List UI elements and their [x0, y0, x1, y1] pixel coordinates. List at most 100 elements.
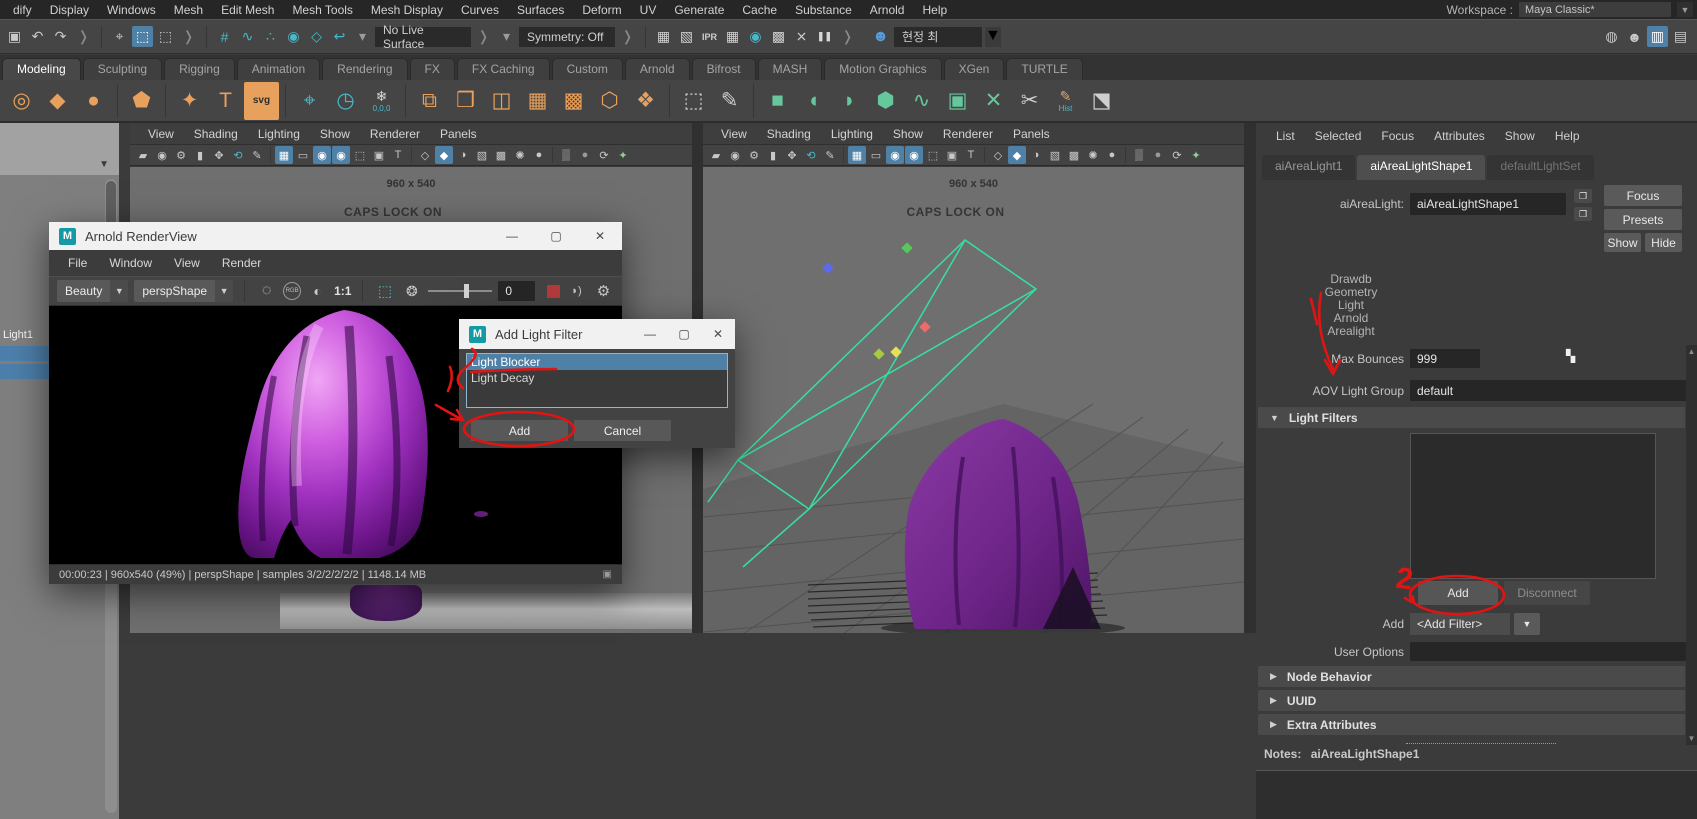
uv-sew-icon[interactable]: ✂ [1012, 82, 1047, 120]
bookmark-icon[interactable]: ▮ [191, 146, 209, 164]
menu-item-generate[interactable]: Generate [665, 3, 733, 17]
zoom-ratio-button[interactable]: 1:1 [334, 284, 351, 298]
camera-icon[interactable]: ◉ [726, 146, 744, 164]
texture-map-icon[interactable]: ▚ [1566, 349, 1575, 363]
uv-cube-icon[interactable]: ⬢ [868, 82, 903, 120]
shadows-icon[interactable]: ● [530, 146, 548, 164]
menu-item-dify[interactable]: dify [4, 3, 41, 17]
pan-zoom-icon[interactable]: ✥ [783, 146, 801, 164]
snap-grid-icon[interactable]: # [214, 26, 235, 47]
checker-icon[interactable]: ▩ [492, 146, 510, 164]
snap-point-icon[interactable]: ∴ [260, 26, 281, 47]
section-extra-attributes[interactable]: ▶ Extra Attributes [1258, 714, 1685, 735]
menu-item-render[interactable]: Render [211, 256, 272, 270]
attribute-editor-scrollbar[interactable]: ▲ ▼ [1686, 345, 1697, 745]
render-frame-icon[interactable]: ▦ [653, 26, 674, 47]
max-bounces-field[interactable]: 999 [1410, 349, 1480, 368]
menu-item-lighting[interactable]: Lighting [821, 127, 883, 141]
tab-animation[interactable]: Animation [236, 58, 321, 80]
menu-item-renderer[interactable]: Renderer [933, 127, 1003, 141]
focus-button[interactable]: Focus [1604, 185, 1682, 206]
sculpt-pen-icon[interactable]: ✎ [712, 82, 747, 120]
window-titlebar[interactable]: M Arnold RenderView — ▢ ✕ [49, 222, 622, 250]
snap-curve-icon[interactable]: ∿ [237, 26, 258, 47]
live-surface-field[interactable]: No Live Surface [375, 23, 471, 51]
window-titlebar[interactable]: M Add Light Filter — ▢ ✕ [459, 319, 735, 349]
lights-icon[interactable]: ✺ [511, 146, 529, 164]
menu-item-curves[interactable]: Curves [452, 3, 508, 17]
tab-bifrost[interactable]: Bifrost [691, 58, 756, 80]
chevron-down-icon[interactable]: ▼ [1677, 2, 1693, 17]
uv-cut-icon[interactable]: ✕ [976, 82, 1011, 120]
platonic-solid-icon[interactable]: ⬟ [124, 82, 159, 120]
menu-item-panels[interactable]: Panels [430, 127, 487, 141]
aa-icon[interactable]: ● [576, 146, 594, 164]
poly-diamond-icon[interactable]: ◆ [40, 82, 75, 120]
menu-item-selected[interactable]: Selected [1305, 129, 1372, 143]
poly-sphere-icon[interactable]: ● [76, 82, 111, 120]
shaded-icon[interactable]: ◆ [1008, 146, 1026, 164]
close-button[interactable]: ✕ [578, 222, 622, 250]
menu-item-help[interactable]: Help [913, 3, 956, 17]
chevron-icon[interactable]: ❭ [178, 26, 199, 47]
render-region-icon[interactable]: ▧ [676, 26, 697, 47]
wireframe-icon[interactable]: ◇ [416, 146, 434, 164]
settings-gear-icon[interactable]: ⚙ [593, 281, 614, 302]
uv-sphere-icon[interactable]: ◗ [832, 82, 867, 120]
tab-aiarealight1[interactable]: aiAreaLight1 [1262, 155, 1356, 180]
symmetry-field[interactable]: Symmetry: Off [519, 26, 615, 47]
menu-item-show[interactable]: Show [1495, 129, 1545, 143]
exposure-icon[interactable]: ✦ [614, 146, 632, 164]
cloth-object-partial[interactable] [350, 585, 422, 621]
menu-item-view[interactable]: View [711, 127, 757, 141]
attribute-editor-toggle-icon[interactable]: ▥ [1647, 26, 1668, 47]
add-filter-dropdown[interactable]: <Add Filter> [1410, 613, 1510, 635]
scrollbar-thumb[interactable] [106, 181, 116, 227]
paint-effects-icon[interactable]: ⨯ [791, 26, 812, 47]
tab-modeling[interactable]: Modeling [2, 58, 81, 80]
menu-item-deform[interactable]: Deform [573, 3, 630, 17]
menu-item-edit-mesh[interactable]: Edit Mesh [212, 3, 283, 17]
tab-sculpting[interactable]: Sculpting [82, 58, 163, 80]
checker-icon[interactable]: ▩ [1065, 146, 1083, 164]
resolution-gate-icon[interactable]: ◉ [886, 146, 904, 164]
scroll-up-icon[interactable]: ▲ [1687, 347, 1696, 356]
caret-icon[interactable]: ▾ [352, 26, 373, 47]
user-name[interactable]: 현정 최 [894, 26, 982, 47]
alpha-channel-icon[interactable]: ◐ [307, 281, 328, 302]
hide-button[interactable]: Hide [1645, 233, 1682, 252]
texture-view-icon[interactable]: ▩ [768, 26, 789, 47]
poly-torus-icon[interactable]: ◎ [4, 82, 39, 120]
crop-region-icon[interactable]: ⬚ [374, 281, 395, 302]
chevron-down-icon[interactable]: ▼ [1514, 613, 1540, 635]
disconnect-filter-button[interactable]: Disconnect [1504, 581, 1590, 605]
measure-tool-icon[interactable]: ⌖ [292, 82, 327, 120]
gate-mask-icon[interactable]: ◉ [905, 146, 923, 164]
refresh-icon[interactable]: ⟳ [595, 146, 613, 164]
ao-icon[interactable]: ▒ [1130, 146, 1148, 164]
grid-toggle-icon[interactable]: ▦ [848, 146, 866, 164]
menu-item-surfaces[interactable]: Surfaces [508, 3, 573, 17]
refresh-render-icon[interactable]: ❂ [401, 281, 422, 302]
outliner-item-light1[interactable]: Light1 [3, 329, 33, 341]
show-button[interactable]: Show [1604, 233, 1641, 252]
exposure-icon[interactable]: ✦ [1187, 146, 1205, 164]
chevron-icon[interactable]: ❭ [473, 26, 494, 47]
redo-icon[interactable]: ↷ [50, 26, 71, 47]
window-icon[interactable]: ▣ [4, 26, 25, 47]
channel-box-toggle-icon[interactable]: ▤ [1670, 26, 1691, 47]
rgb-channel-icon[interactable]: RGB [283, 282, 302, 300]
tab-turtle[interactable]: TURTLE [1006, 58, 1083, 80]
menu-item-uv[interactable]: UV [631, 3, 666, 17]
pause-icon[interactable]: ❚❚ [814, 26, 835, 47]
tab-aiarealightshape1[interactable]: aiAreaLightShape1 [1357, 155, 1486, 180]
image-plane-icon[interactable]: ▣ [943, 146, 961, 164]
close-button[interactable]: ✕ [701, 319, 735, 349]
menu-item-substance[interactable]: Substance [786, 3, 861, 17]
view-cube-icon[interactable]: ▰ [134, 146, 152, 164]
textured-icon[interactable]: ▧ [473, 146, 491, 164]
tab-fx[interactable]: FX [409, 58, 455, 80]
undo-icon[interactable]: ↶ [27, 26, 48, 47]
light-filters-section-header[interactable]: ▼ Light Filters [1258, 407, 1685, 428]
chevron-icon[interactable]: ❭ [617, 26, 638, 47]
